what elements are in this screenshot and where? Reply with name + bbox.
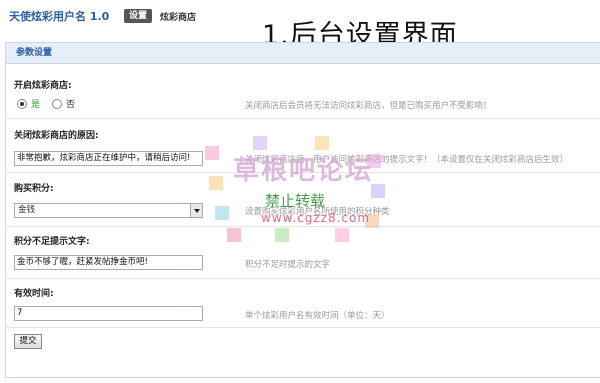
close-reason-label: 关闭炫彩商店的原因: bbox=[14, 131, 99, 141]
radio-yes-label[interactable]: 是 bbox=[31, 97, 40, 110]
divider bbox=[5, 118, 600, 119]
shop-open-hint: 关闭商店后会员将无法访问炫彩商店，但是已购买用户不受影响！ bbox=[245, 101, 492, 111]
purchase-points-label: 购买积分: bbox=[14, 184, 54, 194]
divider bbox=[5, 226, 600, 227]
close-reason-input[interactable]: 非常抱歉，炫彩商店正在维护中，请稍后访问! bbox=[14, 151, 203, 166]
chevron-down-icon[interactable] bbox=[190, 204, 202, 217]
shop-open-radio-group: 是 否 bbox=[17, 97, 75, 110]
radio-no[interactable] bbox=[52, 98, 63, 109]
panel-title: 参数设置 bbox=[6, 43, 600, 64]
divider bbox=[5, 172, 600, 173]
insufficient-points-hint: 积分不足时提示的文字 bbox=[245, 260, 331, 270]
valid-time-label: 有效时间: bbox=[14, 289, 54, 299]
valid-time-hint: 单个炫彩用户名有效时间（单位：天） bbox=[245, 311, 390, 321]
insufficient-points-input[interactable]: 金币不够了喔，赶紧发帖挣金币吧! bbox=[14, 255, 203, 270]
insufficient-points-label: 积分不足提示文字: bbox=[14, 237, 90, 247]
purchase-points-hint: 设置购买炫彩用户名所使用的积分种类 bbox=[245, 207, 390, 217]
shop-open-label: 开启炫彩商店: bbox=[14, 81, 72, 91]
divider bbox=[5, 278, 600, 279]
top-bar: 天使炫彩用户名 1.0 设置 炫彩商店 1.后台设置界面 bbox=[0, 0, 600, 51]
divider bbox=[5, 327, 600, 328]
radio-yes[interactable] bbox=[17, 98, 27, 109]
radio-no-label[interactable]: 否 bbox=[66, 97, 75, 110]
shop-tab[interactable]: 炫彩商店 bbox=[160, 10, 196, 23]
valid-time-input[interactable]: 7 bbox=[14, 306, 203, 321]
close-reason-hint: 关闭炫彩商店后，用户访问炫彩商店的提示文字！（本设置仅在关闭炫彩商店后生效） bbox=[245, 155, 569, 165]
submit-button[interactable]: 提交 bbox=[14, 334, 42, 349]
settings-tab[interactable]: 设置 bbox=[124, 9, 153, 23]
app-title: 天使炫彩用户名 1.0 bbox=[9, 10, 110, 23]
purchase-points-value: 金钱 bbox=[18, 205, 36, 215]
purchase-points-select[interactable]: 金钱 bbox=[14, 203, 203, 218]
